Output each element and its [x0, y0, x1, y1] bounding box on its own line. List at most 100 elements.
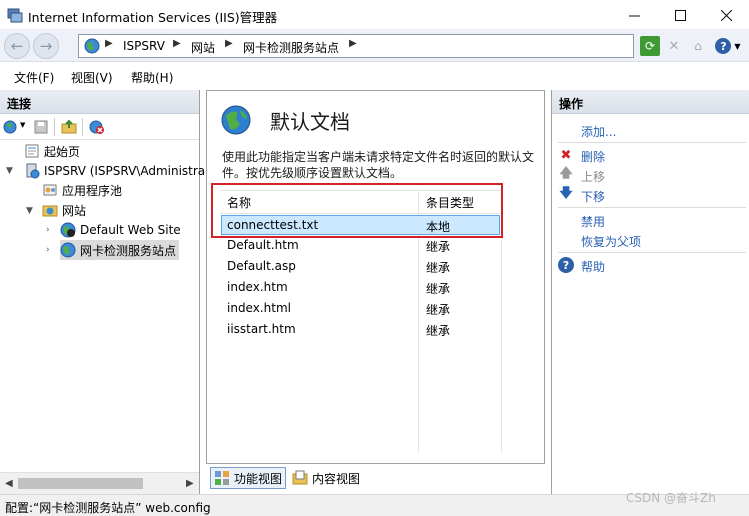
- menu-bar: 文件(F) 视图(V) 帮助(H): [0, 62, 749, 90]
- table-row[interactable]: index.html 继承: [221, 299, 500, 319]
- tab-content-view[interactable]: 内容视图: [289, 467, 363, 489]
- action-disable[interactable]: 禁用: [581, 213, 605, 230]
- scrollbar-thumb[interactable]: [18, 478, 143, 489]
- tab-label: 功能视图: [234, 471, 283, 486]
- view-tabs: 功能视图 内容视图: [206, 464, 545, 492]
- connect-globe-icon[interactable]: [3, 119, 19, 135]
- window-title: Internet Information Services (IIS)管理器: [28, 10, 278, 25]
- folder-up-icon[interactable]: [61, 119, 77, 135]
- table-row[interactable]: Default.asp 继承: [221, 257, 500, 277]
- chevron-down-icon: ▼: [734, 41, 741, 51]
- expand-arrow-icon[interactable]: ›: [46, 225, 50, 235]
- breadcrumb-item-server[interactable]: ISPSRV: [123, 39, 165, 53]
- row-type: 继承: [426, 282, 451, 296]
- collapse-arrow-icon[interactable]: ▼: [26, 206, 33, 216]
- maximize-icon: [674, 9, 686, 21]
- menu-view[interactable]: 视图(V): [71, 69, 113, 86]
- globe-icon: [84, 38, 100, 54]
- toolbar-divider: [82, 118, 83, 136]
- close-icon: [720, 9, 732, 21]
- horizontal-scrollbar[interactable]: ◀ ▶: [0, 472, 199, 494]
- menu-file[interactable]: 文件(F): [14, 69, 54, 86]
- refresh-button[interactable]: ⟳: [640, 36, 660, 56]
- tab-features-view[interactable]: 功能视图: [210, 467, 287, 489]
- table-row[interactable]: iisstart.htm 继承: [221, 320, 500, 340]
- stop-button[interactable]: ✕: [664, 36, 684, 56]
- help-icon: ?: [558, 257, 574, 273]
- website-globe-icon: [60, 222, 76, 238]
- forward-button[interactable]: →: [33, 33, 59, 59]
- title-bar: Internet Information Services (IIS)管理器: [0, 0, 749, 30]
- expand-arrow-icon[interactable]: ›: [46, 245, 50, 255]
- tree-label: ISPSRV (ISPSRV\Administra: [44, 164, 206, 178]
- tree-item-sites[interactable]: 网站: [42, 200, 86, 220]
- chevron-down-icon[interactable]: ▼: [20, 121, 25, 129]
- arrow-right-icon: →: [39, 37, 53, 55]
- breadcrumb-item-sites[interactable]: 网站: [191, 39, 215, 56]
- action-help[interactable]: 帮助: [581, 258, 605, 275]
- folder-globe-icon: [42, 205, 58, 217]
- tree-item-start-page[interactable]: 起始页: [24, 141, 80, 161]
- tree-label: 起始页: [44, 144, 81, 159]
- arrow-down-icon: 🡇: [559, 186, 573, 201]
- connections-header: 连接: [0, 90, 199, 114]
- home-button[interactable]: ⌂: [688, 36, 708, 56]
- content-view-icon: [292, 470, 308, 485]
- home-icon: ⌂: [694, 39, 702, 53]
- stop-icon: ✕: [668, 38, 680, 54]
- table-row[interactable]: Default.htm 继承: [221, 236, 500, 256]
- scroll-left-icon[interactable]: ◀: [5, 478, 13, 489]
- chevron-right-icon: ▶: [349, 38, 357, 49]
- maximize-button[interactable]: [657, 0, 703, 30]
- minimize-button[interactable]: [611, 0, 657, 30]
- breadcrumb-item-site[interactable]: 网卡检测服务站点: [243, 39, 339, 56]
- refresh-icon: ⟳: [644, 39, 656, 53]
- back-button[interactable]: ←: [4, 33, 30, 59]
- tree-item-server[interactable]: ISPSRV (ISPSRV\Administra: [24, 161, 205, 181]
- close-button[interactable]: [703, 0, 749, 30]
- minimize-icon: [628, 15, 640, 16]
- tree-item-app-pools[interactable]: 应用程序池: [42, 180, 122, 200]
- scroll-right-icon[interactable]: ▶: [186, 478, 194, 489]
- save-icon[interactable]: [33, 119, 49, 135]
- action-divider: [558, 207, 746, 208]
- row-name: Default.htm: [227, 238, 299, 252]
- row-type: 继承: [426, 303, 451, 317]
- collapse-arrow-icon[interactable]: ▼: [6, 166, 13, 176]
- row-type: 继承: [426, 240, 451, 254]
- connections-panel: 连接 ▼ 起始页 ▼ ISPSRV (ISPSRV\Administra 应用程…: [0, 90, 205, 494]
- action-divider: [558, 252, 746, 253]
- disconnect-icon[interactable]: [89, 119, 105, 135]
- menu-help[interactable]: 帮助(H): [131, 69, 173, 86]
- status-text: 配置:“网卡检测服务站点” web.config: [5, 501, 211, 515]
- feature-description: 使用此功能指定当客户端未请求特定文件名时返回的默认文件。按优先级顺序设置默认文档…: [222, 150, 535, 180]
- action-move-down[interactable]: 下移: [581, 188, 605, 205]
- breadcrumb[interactable]: ▶ ISPSRV ▶ 网站 ▶ 网卡检测服务站点 ▶: [78, 34, 634, 58]
- actions-header: 操作: [552, 90, 749, 114]
- row-name: index.html: [227, 301, 291, 315]
- chevron-right-icon: ▶: [225, 38, 233, 49]
- help-icon: ?: [715, 38, 732, 54]
- table-row[interactable]: index.htm 继承: [221, 278, 500, 298]
- action-revert-to-parent[interactable]: 恢复为父项: [581, 233, 641, 250]
- tree-label: 应用程序池: [62, 183, 123, 198]
- server-icon: [26, 163, 40, 179]
- action-move-up[interactable]: 上移: [581, 168, 605, 185]
- start-page-icon: [25, 144, 39, 158]
- row-type: 继承: [426, 324, 451, 338]
- feature-panel: 默认文档 使用此功能指定当客户端未请求特定文件名时返回的默认文件。按优先级顺序设…: [206, 90, 545, 464]
- row-type: 继承: [426, 261, 451, 275]
- website-globe-icon: [60, 242, 76, 258]
- help-dropdown-button[interactable]: ? ▼: [713, 36, 743, 56]
- action-add[interactable]: 添加...: [581, 123, 616, 140]
- tree-item-default-web-site[interactable]: Default Web Site: [60, 220, 181, 240]
- tree-item-nic-detect-site[interactable]: 网卡检测服务站点: [60, 240, 180, 260]
- row-name: Default.asp: [227, 259, 296, 273]
- watermark: CSDN @奋斗Zh: [626, 491, 716, 505]
- actions-panel: 操作 添加... ✖ 删除 🡅 上移 🡇 下移 禁用 恢复为父项 ? 帮助: [551, 90, 749, 494]
- address-bar: ← → ▶ ISPSRV ▶ 网站 ▶ 网卡检测服务站点 ▶ ⟳ ✕ ⌂ ? ▼: [0, 30, 749, 62]
- features-view-icon: [215, 471, 229, 485]
- action-remove[interactable]: 删除: [581, 148, 605, 165]
- default-document-globe-icon: [221, 105, 251, 135]
- tab-label: 内容视图: [312, 471, 361, 486]
